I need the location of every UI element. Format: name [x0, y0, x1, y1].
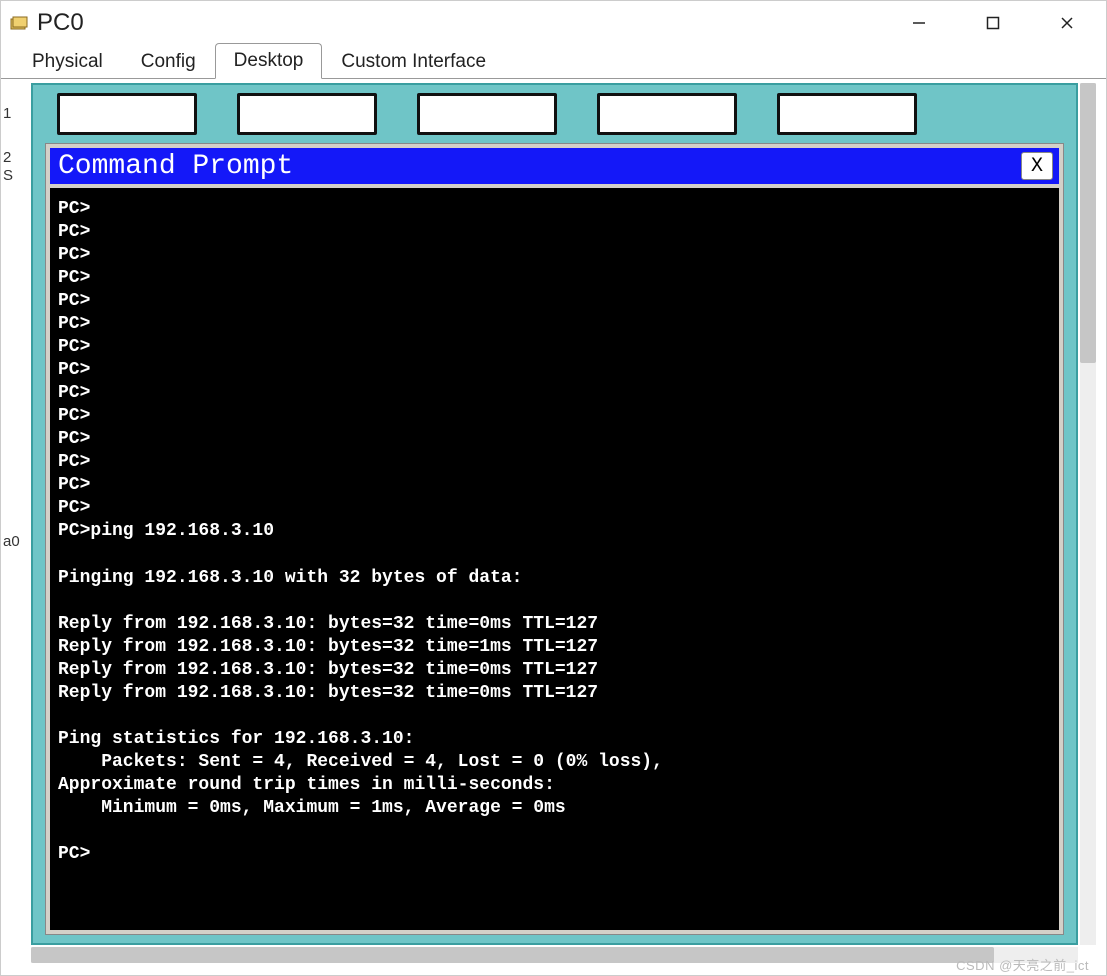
tab-custom-interface[interactable]: Custom Interface — [322, 44, 505, 79]
desktop-icon-row — [33, 85, 1076, 143]
tab-config[interactable]: Config — [122, 44, 215, 79]
bg-label: S — [3, 167, 13, 185]
tab-physical[interactable]: Physical — [13, 44, 122, 79]
minimize-button[interactable] — [896, 7, 942, 39]
content-area: 1 2 S a0 Command Prompt X PC> PC> PC> PC… — [1, 79, 1106, 975]
titlebar: PC0 — [1, 1, 1106, 45]
command-prompt-window: Command Prompt X PC> PC> PC> PC> PC> PC>… — [45, 143, 1064, 935]
app-window: PC0 Physical Config Desktop Custom Inter… — [0, 0, 1107, 976]
desktop-app-icon[interactable] — [57, 93, 197, 135]
background-fragment: 1 2 S a0 — [1, 83, 31, 945]
command-prompt-body[interactable]: PC> PC> PC> PC> PC> PC> PC> PC> PC> PC> … — [50, 188, 1059, 930]
desktop-panel: Command Prompt X PC> PC> PC> PC> PC> PC>… — [31, 83, 1078, 945]
command-prompt-output: PC> PC> PC> PC> PC> PC> PC> PC> PC> PC> … — [58, 198, 1051, 866]
bg-label: a0 — [3, 533, 20, 551]
window-title: PC0 — [37, 9, 896, 37]
command-prompt-close-button[interactable]: X — [1021, 152, 1053, 180]
scrollbar-thumb[interactable] — [31, 947, 994, 963]
window-controls — [896, 7, 1090, 39]
app-icon — [9, 13, 29, 33]
tab-desktop[interactable]: Desktop — [215, 43, 323, 79]
command-prompt-titlebar: Command Prompt X — [50, 148, 1059, 184]
scrollbar-thumb[interactable] — [1080, 83, 1096, 363]
watermark: CSDN @天亮之前_ict — [956, 955, 1089, 974]
desktop-app-icon[interactable] — [417, 93, 557, 135]
desktop-app-icon[interactable] — [237, 93, 377, 135]
maximize-button[interactable] — [970, 7, 1016, 39]
horizontal-scrollbar[interactable] — [31, 947, 1078, 963]
bg-label: 1 — [3, 105, 11, 123]
bg-label: 2 — [3, 149, 11, 167]
vertical-scrollbar[interactable] — [1080, 83, 1096, 945]
desktop-app-icon[interactable] — [777, 93, 917, 135]
tabbar: Physical Config Desktop Custom Interface — [1, 45, 1106, 79]
command-prompt-title: Command Prompt — [56, 151, 1021, 182]
desktop-app-icon[interactable] — [597, 93, 737, 135]
close-button[interactable] — [1044, 7, 1090, 39]
